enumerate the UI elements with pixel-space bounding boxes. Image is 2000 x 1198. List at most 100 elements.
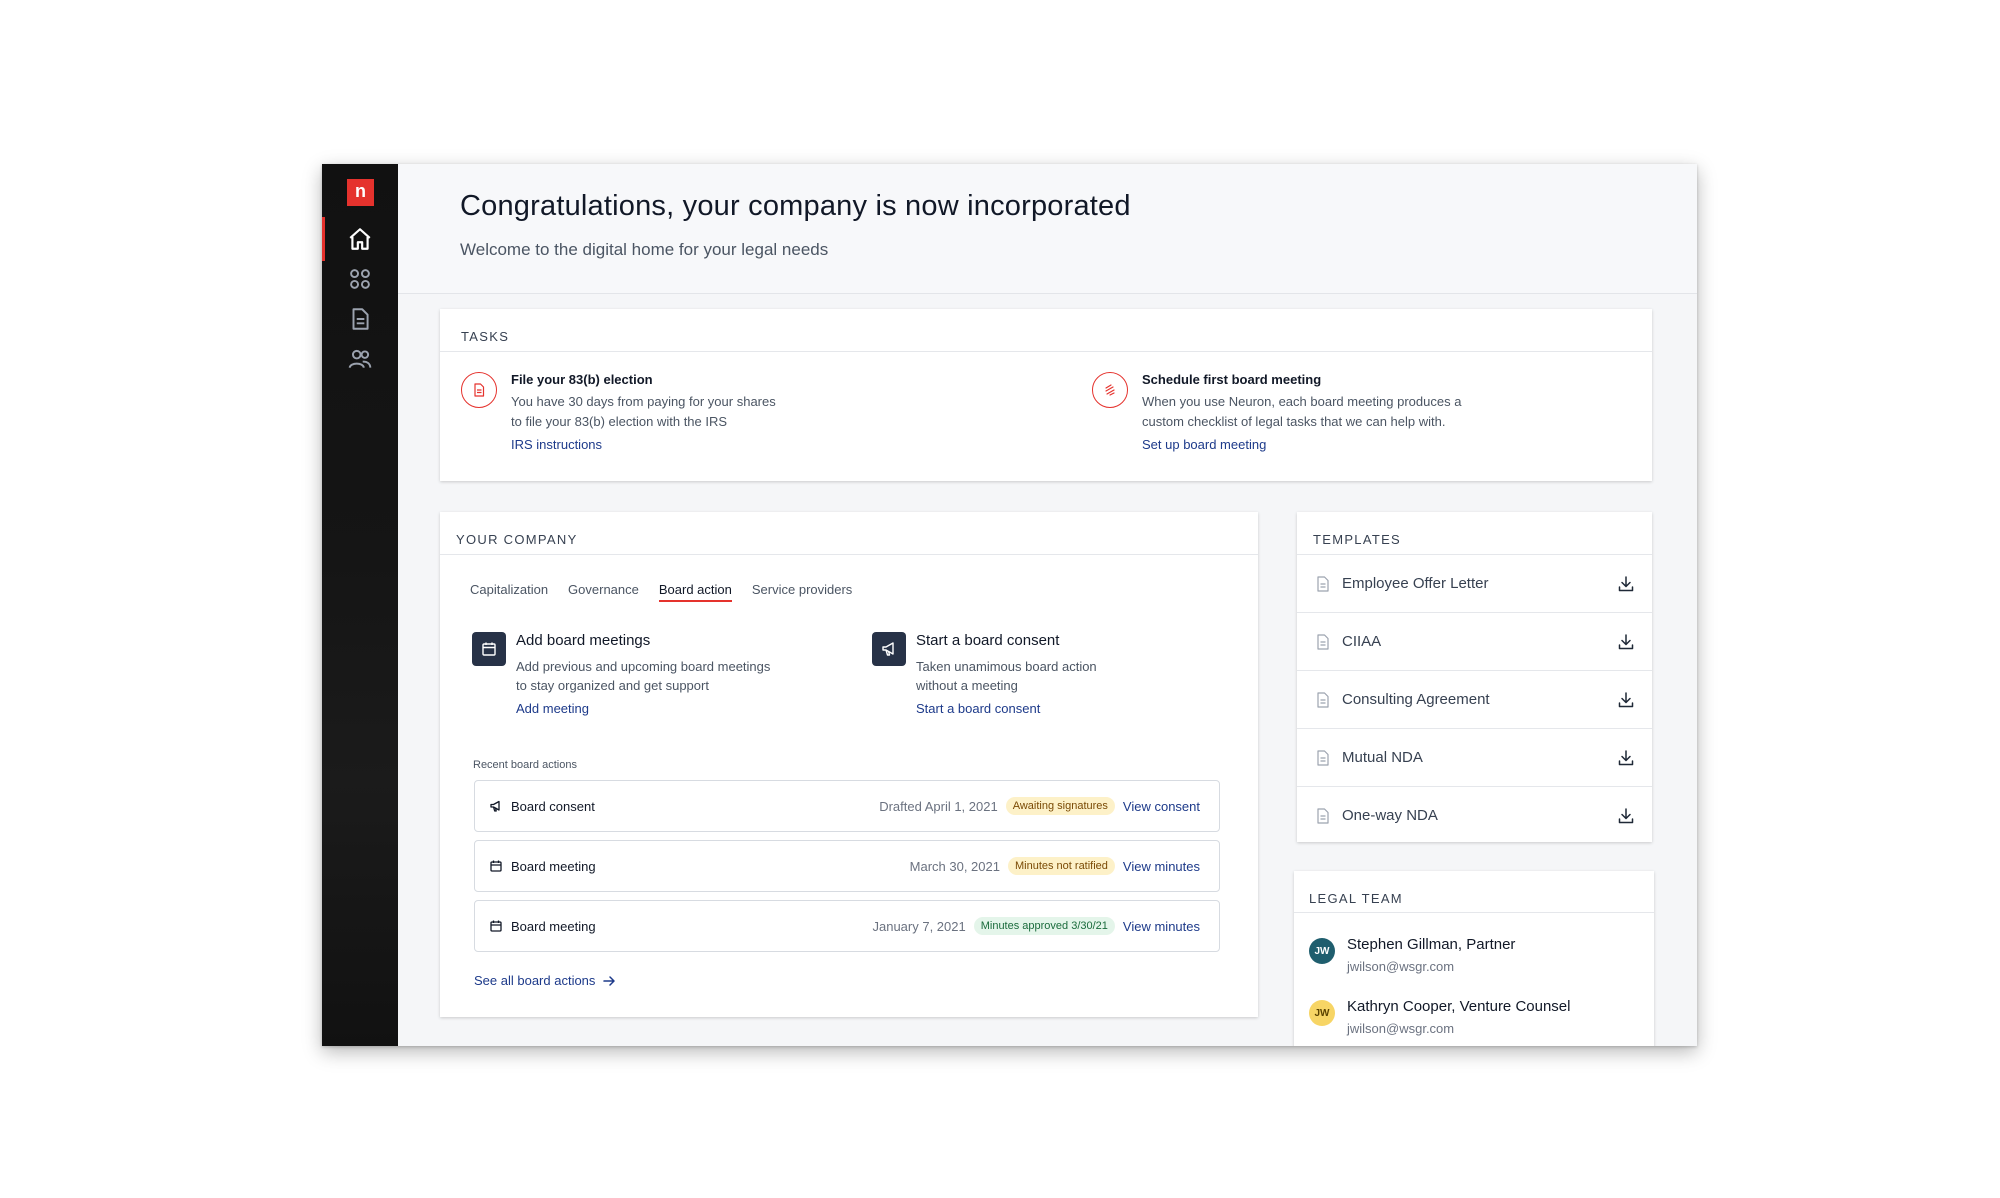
- company-title: YOUR COMPANY: [456, 532, 578, 547]
- view-minutes-link[interactable]: View minutes: [1123, 859, 1200, 874]
- member-email: jwilson@wsgr.com: [1347, 959, 1455, 974]
- divider: [1294, 912, 1654, 913]
- legal-team-title: LEGAL TEAM: [1309, 891, 1403, 906]
- board-action-row: Board meeting March 30, 2021 Minutes not…: [474, 840, 1220, 892]
- calendar-icon: [490, 920, 502, 932]
- arrow-right-icon: [603, 975, 616, 986]
- task-desc-line: You have 30 days from paying for your sh…: [511, 394, 776, 409]
- template-item[interactable]: Consulting Agreement: [1297, 671, 1652, 729]
- template-name: Consulting Agreement: [1342, 691, 1490, 708]
- board-action-row: Board meeting January 7, 2021 Minutes ap…: [474, 900, 1220, 952]
- action-icon: [472, 632, 506, 666]
- template-name: Mutual NDA: [1342, 749, 1423, 766]
- company-tabs: Capitalization Governance Board action S…: [470, 582, 852, 602]
- status-badge: Awaiting signatures: [1005, 797, 1115, 815]
- avatar: JW: [1309, 938, 1335, 964]
- template-item[interactable]: CIIAA: [1297, 613, 1652, 671]
- document-icon: [1317, 634, 1329, 650]
- page-subtitle: Welcome to the digital home for your leg…: [460, 240, 829, 259]
- document-icon: [1317, 692, 1329, 708]
- divider: [440, 351, 1652, 352]
- download-icon[interactable]: [1617, 575, 1635, 593]
- template-name: Employee Offer Letter: [1342, 575, 1489, 592]
- row-label: Board consent: [511, 798, 595, 814]
- apps-icon: [350, 269, 370, 289]
- calendar-icon: [482, 642, 496, 656]
- template-name: One-way NDA: [1342, 807, 1438, 824]
- action-icon: [872, 632, 906, 666]
- app-logo[interactable]: n: [347, 179, 374, 206]
- member-name: Stephen Gillman, Partner: [1347, 936, 1516, 953]
- nav-apps[interactable]: [322, 257, 398, 301]
- template-item[interactable]: One-way NDA: [1297, 787, 1652, 845]
- templates-card: TEMPLATES Employee Offer Letter CIIAA Co…: [1297, 512, 1652, 842]
- row-date: March 30, 2021: [909, 858, 1000, 874]
- page-title: Congratulations, your company is now inc…: [460, 190, 1131, 222]
- row-label: Board meeting: [511, 918, 596, 934]
- start-board-consent-link[interactable]: Start a board consent: [916, 701, 1226, 716]
- divider: [440, 554, 1258, 555]
- task-description: When you use Neuron, each board meeting …: [1142, 392, 1482, 432]
- member-name: Kathryn Cooper, Venture Counsel: [1347, 998, 1571, 1015]
- document-icon: [1317, 750, 1329, 766]
- task-desc-line: custom checklist of legal tasks that we …: [1142, 414, 1446, 429]
- tab-service-providers[interactable]: Service providers: [752, 582, 852, 602]
- view-minutes-link[interactable]: View minutes: [1123, 919, 1200, 934]
- gavel-icon: [1105, 384, 1115, 396]
- task-desc-line: When you use Neuron, each board meeting …: [1142, 394, 1462, 409]
- nav-documents[interactable]: [322, 297, 398, 341]
- nav-home[interactable]: [322, 217, 398, 261]
- recent-board-actions-label: Recent board actions: [473, 759, 577, 771]
- legal-team-card: LEGAL TEAM JW Stephen Gillman, Partner j…: [1294, 871, 1654, 1046]
- download-icon[interactable]: [1617, 807, 1635, 825]
- action-title: Add board meetings: [516, 632, 651, 649]
- view-consent-link[interactable]: View consent: [1123, 799, 1200, 814]
- download-icon[interactable]: [1617, 749, 1635, 767]
- board-action-row: Board consent Drafted April 1, 2021 Awai…: [474, 780, 1220, 832]
- templates-title: TEMPLATES: [1313, 532, 1402, 547]
- app-window: n Congratulations, your company is now i…: [322, 164, 1697, 1046]
- action-desc-line: Taken unamimous board action: [916, 659, 1097, 674]
- action-description: Add previous and upcoming board meetings…: [516, 657, 826, 695]
- download-icon[interactable]: [1617, 691, 1635, 709]
- avatar: JW: [1309, 1000, 1335, 1026]
- see-all-board-actions[interactable]: See all board actions: [474, 973, 616, 988]
- status-badge: Minutes approved 3/30/21: [973, 917, 1115, 935]
- tab-board-action[interactable]: Board action: [658, 582, 732, 602]
- status-badge: Minutes not ratified: [1007, 857, 1115, 875]
- action-title: Start a board consent: [916, 632, 1060, 649]
- tab-capitalization[interactable]: Capitalization: [470, 582, 548, 602]
- document-icon: [1317, 808, 1329, 824]
- document-icon: [352, 308, 369, 330]
- tasks-card: TASKS File your 83(b) election You have …: [440, 309, 1652, 481]
- action-description: Taken unamimous board action without a m…: [916, 657, 1226, 695]
- template-item[interactable]: Mutual NDA: [1297, 729, 1652, 787]
- task-title: File your 83(b) election: [511, 372, 653, 387]
- download-icon[interactable]: [1617, 633, 1635, 651]
- see-all-link[interactable]: See all board actions: [474, 973, 595, 988]
- template-item[interactable]: Employee Offer Letter: [1297, 555, 1652, 613]
- tab-governance[interactable]: Governance: [568, 582, 639, 602]
- template-name: CIIAA: [1342, 633, 1382, 650]
- home-icon: [349, 228, 371, 250]
- task-icon: [1092, 372, 1128, 408]
- sidebar: n: [322, 164, 398, 1046]
- set-up-board-meeting-link[interactable]: Set up board meeting: [1142, 437, 1482, 452]
- action-desc-line: to stay organized and get support: [516, 678, 709, 693]
- megaphone-icon: [490, 800, 500, 812]
- row-label: Board meeting: [511, 858, 596, 874]
- your-company-card: YOUR COMPANY Capitalization Governance B…: [440, 512, 1258, 1017]
- nav-people[interactable]: [322, 337, 398, 381]
- megaphone-icon: [882, 642, 894, 656]
- task-title: Schedule first board meeting: [1142, 372, 1322, 387]
- page-header: Congratulations, your company is now inc…: [398, 164, 1697, 294]
- document-icon: [474, 383, 485, 397]
- row-date: January 7, 2021: [872, 918, 966, 934]
- task-description: You have 30 days from paying for your sh…: [511, 392, 851, 432]
- action-desc-line: without a meeting: [916, 678, 1018, 693]
- irs-instructions-link[interactable]: IRS instructions: [511, 437, 851, 452]
- member-email: jwilson@wsgr.com: [1347, 1021, 1455, 1036]
- calendar-icon: [490, 860, 502, 872]
- add-meeting-link[interactable]: Add meeting: [516, 701, 826, 716]
- row-date: Drafted April 1, 2021: [879, 798, 998, 814]
